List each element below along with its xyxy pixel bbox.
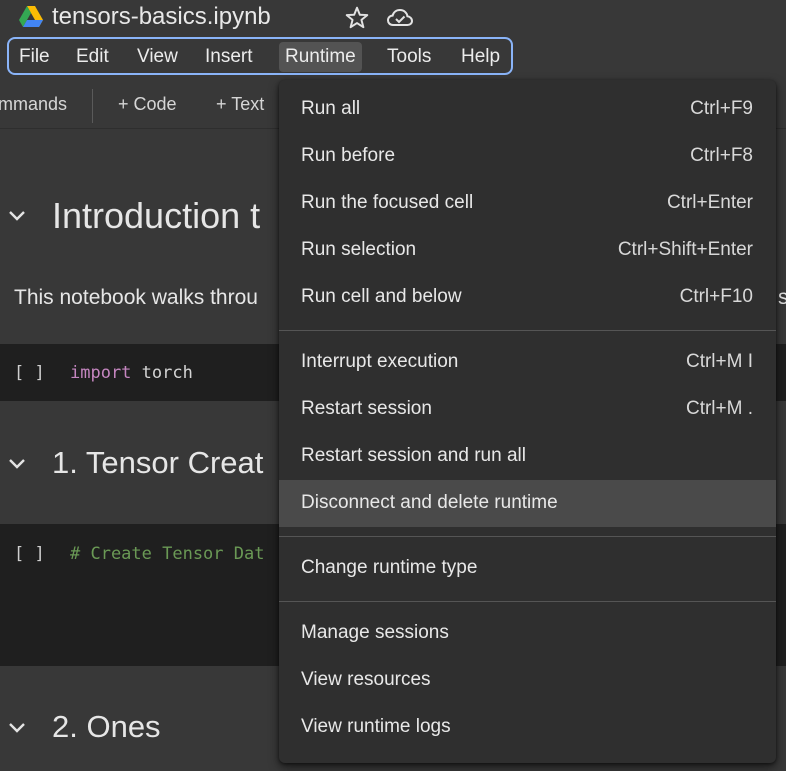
code-keyword: import: [70, 363, 132, 383]
menu-item-label: Run all: [301, 98, 361, 119]
top-bar: tensors-basics.ipynb File Edit View Inse…: [0, 0, 786, 84]
menu-item-label: Run the focused cell: [301, 192, 474, 213]
code-line[interactable]: import torch: [70, 363, 193, 383]
commands-button[interactable]: mmands: [0, 94, 67, 115]
menu-insert[interactable]: Insert: [199, 42, 259, 72]
menu-item-change-runtime-type[interactable]: Change runtime type: [279, 545, 776, 592]
menu-view[interactable]: View: [131, 42, 184, 72]
menu-item-shortcut: Ctrl+M I: [685, 351, 753, 372]
menu-item-shortcut: Ctrl+Enter: [666, 192, 753, 213]
menu-item-label: View runtime logs: [301, 716, 451, 737]
menu-item-label: Run selection: [301, 239, 417, 260]
menu-item-manage-sessions[interactable]: Manage sessions: [279, 610, 776, 657]
chevron-down-icon[interactable]: [7, 718, 27, 738]
menu-item-shortcut: Ctrl+F10: [679, 286, 753, 307]
menu-item-run-all[interactable]: Run all Ctrl+F9: [279, 86, 776, 133]
menu-item-restart-session[interactable]: Restart session Ctrl+M .: [279, 386, 776, 433]
menu-item-label: Restart session: [301, 398, 432, 419]
add-code-button[interactable]: + Code: [118, 94, 177, 115]
section-heading-tensor-creation: 1. Tensor Creat: [52, 445, 264, 480]
chevron-down-icon[interactable]: [7, 454, 27, 474]
menu-item-shortcut: Ctrl+Shift+Enter: [617, 239, 753, 260]
runtime-menu: Run all Ctrl+F9 Run before Ctrl+F8 Run t…: [279, 80, 776, 763]
menu-item-label: Disconnect and delete runtime: [301, 492, 558, 513]
menu-item-label: Run cell and below: [301, 286, 462, 307]
menu-item-label: View resources: [301, 669, 431, 690]
section-heading-ones: 2. Ones: [52, 709, 161, 744]
intro-paragraph: This notebook walks throu: [14, 286, 258, 309]
add-text-button[interactable]: + Text: [216, 94, 264, 115]
google-drive-icon[interactable]: [19, 6, 43, 28]
menu-item-restart-and-run-all[interactable]: Restart session and run all: [279, 433, 776, 480]
menu-item-run-cell-and-below[interactable]: Run cell and below Ctrl+F10: [279, 274, 776, 321]
menu-item-shortcut: Ctrl+F8: [690, 145, 753, 166]
menu-item-run-focused-cell[interactable]: Run the focused cell Ctrl+Enter: [279, 180, 776, 227]
menu-item-view-runtime-logs[interactable]: View runtime logs: [279, 704, 776, 751]
menu-separator: [279, 601, 776, 602]
cloud-saved-icon[interactable]: [386, 6, 414, 30]
menu-tools[interactable]: Tools: [381, 42, 437, 72]
menu-item-view-resources[interactable]: View resources: [279, 657, 776, 704]
section-heading-introduction: Introduction t: [52, 195, 261, 236]
menu-runtime[interactable]: Runtime: [279, 42, 362, 72]
menu-help[interactable]: Help: [455, 42, 506, 72]
menu-item-label: Change runtime type: [301, 557, 478, 578]
star-icon[interactable]: [344, 5, 370, 31]
menu-file[interactable]: File: [13, 42, 56, 72]
run-cell-button[interactable]: [ ]: [14, 544, 45, 564]
menu-bar: File Edit View Insert Runtime Tools Help: [7, 37, 513, 75]
toolbar-divider: [92, 89, 93, 123]
intro-paragraph-overflow: s: [778, 286, 786, 309]
menu-edit[interactable]: Edit: [70, 42, 115, 72]
menu-item-run-selection[interactable]: Run selection Ctrl+Shift+Enter: [279, 227, 776, 274]
menu-item-disconnect-delete-runtime[interactable]: Disconnect and delete runtime: [279, 480, 776, 527]
chevron-down-icon[interactable]: [7, 206, 27, 226]
menu-item-label: Restart session and run all: [301, 445, 526, 466]
menu-item-run-before[interactable]: Run before Ctrl+F8: [279, 133, 776, 180]
menu-item-interrupt-execution[interactable]: Interrupt execution Ctrl+M I: [279, 339, 776, 386]
menu-item-shortcut: Ctrl+M .: [685, 398, 753, 419]
menu-item-shortcut: Ctrl+F9: [690, 98, 753, 119]
menu-separator: [279, 536, 776, 537]
notebook-title[interactable]: tensors-basics.ipynb: [52, 2, 271, 32]
run-cell-button[interactable]: [ ]: [14, 363, 45, 383]
menu-item-label: Interrupt execution: [301, 351, 459, 372]
menu-separator: [279, 330, 776, 331]
code-identifier: torch: [141, 363, 193, 383]
menu-item-label: Run before: [301, 145, 396, 166]
menu-item-label: Manage sessions: [301, 622, 449, 643]
code-comment[interactable]: # Create Tensor Dat: [70, 544, 264, 564]
